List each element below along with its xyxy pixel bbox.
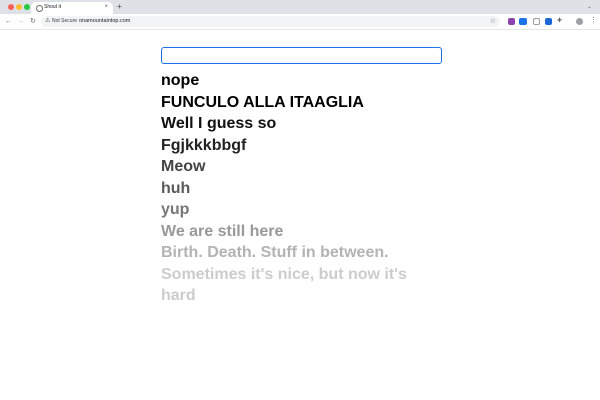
- shout-item: nope: [161, 72, 200, 89]
- warning-icon: ⚠: [45, 18, 51, 24]
- browser-menu-icon[interactable]: ⋮: [590, 17, 597, 25]
- shout-input[interactable]: [161, 47, 442, 64]
- close-tab-icon[interactable]: ×: [104, 3, 108, 11]
- back-button[interactable]: ←: [5, 17, 12, 26]
- browser-tab-strip: Shout it × + ⌄: [0, 0, 600, 14]
- shout-item: yup: [161, 201, 190, 218]
- reload-button[interactable]: ↻: [30, 17, 36, 26]
- security-label[interactable]: Not Secure: [52, 18, 77, 25]
- shout-item: Well I guess so: [161, 115, 277, 132]
- shout-item: Fgjkkkbbgf: [161, 136, 247, 154]
- new-tab-button[interactable]: +: [117, 2, 122, 12]
- maximize-window-button[interactable]: [24, 4, 30, 10]
- extension-icon[interactable]: [533, 18, 540, 25]
- close-window-button[interactable]: [8, 4, 14, 10]
- active-tab[interactable]: Shout it ×: [31, 2, 113, 14]
- extensions-puzzle-icon[interactable]: ✚: [557, 18, 562, 25]
- shout-list: nope FUNCULO ALLA ITAAGLIA Well I guess so…: [161, 70, 441, 307]
- extension-icon[interactable]: [508, 18, 515, 25]
- globe-icon: [36, 5, 43, 12]
- bookmark-star-icon[interactable]: ☆: [490, 17, 496, 26]
- profile-avatar[interactable]: [576, 18, 583, 25]
- extension-icon[interactable]: [519, 18, 527, 25]
- shout-item: Sometimes it's nice, but now it's hard: [161, 265, 407, 305]
- shout-item: FUNCULO ALLA ITAAGLIA: [161, 93, 364, 111]
- shout-item: Meow: [161, 158, 206, 175]
- address-bar[interactable]: ⚠ Not Secure onamountaintop.com ☆: [41, 16, 500, 27]
- browser-toolbar: ← → ↻ ⚠ Not Secure onamountaintop.com ☆ …: [0, 14, 600, 30]
- forward-button[interactable]: →: [17, 17, 24, 26]
- shout-item: Birth. Death. Stuff in between.: [161, 244, 389, 261]
- shout-item: huh: [161, 179, 191, 197]
- shout-item: We are still here: [161, 222, 284, 240]
- minimize-window-button[interactable]: [16, 4, 22, 10]
- extension-icon[interactable]: [545, 18, 552, 25]
- tab-search-button[interactable]: ⌄: [586, 4, 593, 10]
- tab-title: Shout it: [44, 4, 61, 10]
- url-text[interactable]: onamountaintop.com: [79, 18, 130, 25]
